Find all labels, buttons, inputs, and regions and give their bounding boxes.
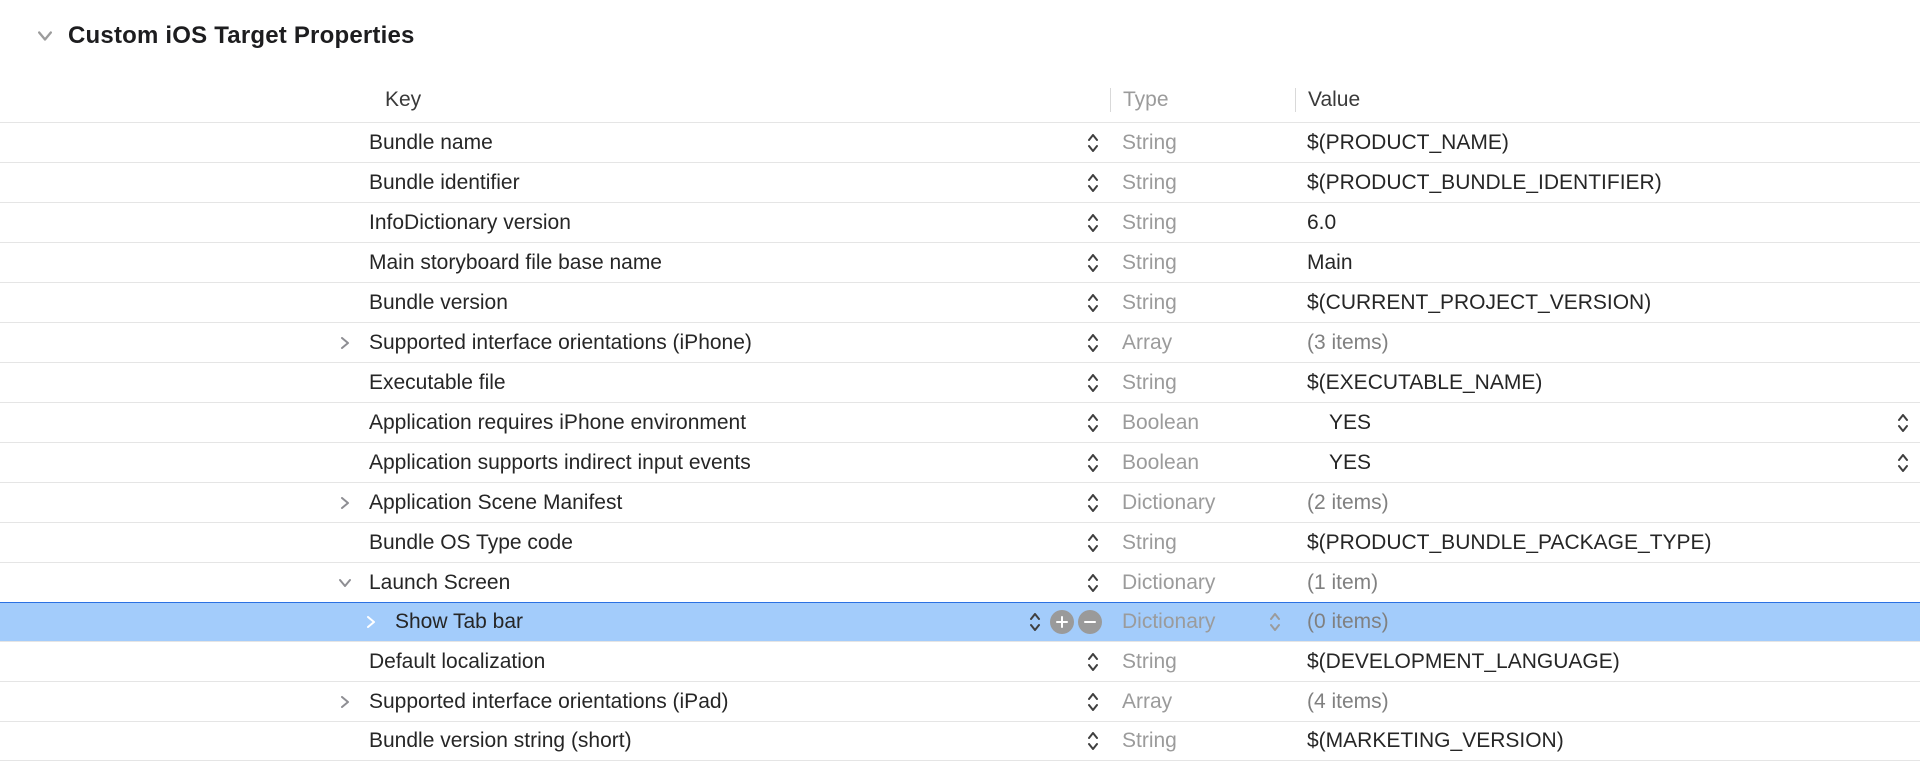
plist-key[interactable]: Application requires iPhone environment (369, 411, 746, 435)
plist-type[interactable]: Array (1122, 690, 1172, 714)
plist-row[interactable]: Application supports indirect input even… (0, 442, 1920, 482)
type-stepper-icon[interactable] (1269, 611, 1287, 633)
plist-row[interactable]: Main storyboard file base name String Main (0, 242, 1920, 282)
column-header-key[interactable]: Key (315, 88, 1110, 112)
plist-value[interactable]: YES (1307, 451, 1371, 475)
plist-value[interactable]: $(MARKETING_VERSION) (1307, 729, 1564, 753)
plist-value: (3 items) (1307, 331, 1389, 355)
plist-key[interactable]: Bundle version string (short) (369, 729, 632, 753)
column-header-row: Key Type Value (0, 88, 1920, 122)
key-stepper-icon[interactable] (1084, 292, 1102, 314)
plist-key[interactable]: Main storyboard file base name (369, 251, 662, 275)
plist-type[interactable]: String (1122, 371, 1177, 395)
plist-value[interactable]: $(CURRENT_PROJECT_VERSION) (1307, 291, 1651, 315)
plist-row[interactable]: InfoDictionary version String 6.0 (0, 202, 1920, 242)
value-stepper-icon[interactable] (1894, 412, 1912, 434)
plist-row[interactable]: Show Tab bar Dictionary (0 items) (0, 602, 1920, 642)
plist-type[interactable]: String (1122, 171, 1177, 195)
plist-row[interactable]: Supported interface orientations (iPad) A… (0, 681, 1920, 721)
plist-key[interactable]: Default localization (369, 650, 545, 674)
key-stepper-icon[interactable] (1084, 332, 1102, 354)
column-header-type[interactable]: Type (1110, 88, 1295, 112)
plist-key[interactable]: Bundle identifier (369, 171, 520, 195)
section-title: Custom iOS Target Properties (68, 22, 415, 50)
section-disclosure-icon[interactable] (36, 27, 54, 45)
plist-value[interactable]: $(PRODUCT_BUNDLE_IDENTIFIER) (1307, 171, 1662, 195)
key-stepper-icon[interactable] (1084, 532, 1102, 554)
plist-type[interactable]: String (1122, 650, 1177, 674)
key-stepper-icon[interactable] (1084, 252, 1102, 274)
plist-type[interactable]: Dictionary (1122, 610, 1215, 634)
plist-type[interactable]: Boolean (1122, 451, 1199, 475)
plist-key[interactable]: Supported interface orientations (iPad) (369, 690, 729, 714)
key-stepper-icon[interactable] (1084, 212, 1102, 234)
plist-key[interactable]: Show Tab bar (395, 610, 523, 634)
plist-key[interactable]: Application supports indirect input even… (369, 451, 751, 475)
plist-value[interactable]: $(PRODUCT_NAME) (1307, 131, 1509, 155)
plist-key[interactable]: Bundle version (369, 291, 508, 315)
plist-row[interactable]: Default localization String $(DEVELOPMENT_… (0, 641, 1920, 681)
plist-type[interactable]: Dictionary (1122, 571, 1215, 595)
plist-row[interactable]: Supported interface orientations (iPhone… (0, 322, 1920, 362)
plist-key[interactable]: Launch Screen (369, 571, 510, 595)
plist-value: (1 item) (1307, 571, 1378, 595)
plist-value[interactable]: 6.0 (1307, 211, 1336, 235)
plist-type[interactable]: String (1122, 211, 1177, 235)
plist-type[interactable]: String (1122, 531, 1177, 555)
plist-value[interactable]: $(DEVELOPMENT_LANGUAGE) (1307, 650, 1620, 674)
key-stepper-icon[interactable] (1084, 730, 1102, 752)
plist-value: (4 items) (1307, 690, 1389, 714)
plist-type[interactable]: Dictionary (1122, 491, 1215, 515)
section-header[interactable]: Custom iOS Target Properties (0, 0, 1920, 50)
plist-value: (2 items) (1307, 491, 1389, 515)
key-stepper-icon[interactable] (1026, 611, 1044, 633)
plist-row[interactable]: Executable file String $(EXECUTABLE_NAME) (0, 362, 1920, 402)
plist-row[interactable]: Application Scene Manifest Dictionary (2 i… (0, 482, 1920, 522)
plist-value: (0 items) (1307, 610, 1389, 634)
plist-key[interactable]: Application Scene Manifest (369, 491, 622, 515)
plist-key[interactable]: Supported interface orientations (iPhone… (369, 331, 752, 355)
plist-row[interactable]: Bundle version string (short) String $(MAR… (0, 721, 1920, 761)
plist-type[interactable]: String (1122, 131, 1177, 155)
key-stepper-icon[interactable] (1084, 172, 1102, 194)
plist-key[interactable]: Bundle OS Type code (369, 531, 573, 555)
plist-value[interactable]: Main (1307, 251, 1353, 275)
plist-value[interactable]: $(PRODUCT_BUNDLE_PACKAGE_TYPE) (1307, 531, 1712, 555)
plist-type[interactable]: Array (1122, 331, 1172, 355)
plist-row[interactable]: Bundle identifier String $(PRODUCT_BUNDLE_… (0, 162, 1920, 202)
key-stepper-icon[interactable] (1084, 452, 1102, 474)
key-stepper-icon[interactable] (1084, 412, 1102, 434)
plist-editor: Key Type Value Bundle name String $(PRODUC… (0, 88, 1920, 761)
plist-row[interactable]: Launch Screen Dictionary (1 item) (0, 562, 1920, 602)
plist-key[interactable]: InfoDictionary version (369, 211, 571, 235)
key-stepper-icon[interactable] (1084, 132, 1102, 154)
key-stepper-icon[interactable] (1084, 691, 1102, 713)
plist-value[interactable]: $(EXECUTABLE_NAME) (1307, 371, 1542, 395)
plist-value[interactable]: YES (1307, 411, 1371, 435)
chevron-right-icon[interactable] (337, 335, 353, 351)
plist-key[interactable]: Executable file (369, 371, 506, 395)
chevron-down-icon[interactable] (337, 575, 353, 591)
chevron-right-icon[interactable] (363, 614, 379, 630)
plist-type[interactable]: String (1122, 251, 1177, 275)
key-stepper-icon[interactable] (1084, 372, 1102, 394)
remove-row-button[interactable] (1078, 610, 1102, 634)
plist-row[interactable]: Bundle OS Type code String $(PRODUCT_BUNDL… (0, 522, 1920, 562)
plist-type[interactable]: String (1122, 729, 1177, 753)
add-row-button[interactable] (1050, 610, 1074, 634)
chevron-right-icon[interactable] (337, 694, 353, 710)
column-header-value[interactable]: Value (1295, 88, 1920, 112)
plist-row[interactable]: Bundle version String $(CURRENT_PROJECT_VE… (0, 282, 1920, 322)
plist-type[interactable]: Boolean (1122, 411, 1199, 435)
value-stepper-icon[interactable] (1894, 452, 1912, 474)
plist-type[interactable]: String (1122, 291, 1177, 315)
plist-key[interactable]: Bundle name (369, 131, 493, 155)
chevron-right-icon[interactable] (337, 495, 353, 511)
plist-row[interactable]: Application requires iPhone environment B… (0, 402, 1920, 442)
key-stepper-icon[interactable] (1084, 572, 1102, 594)
key-stepper-icon[interactable] (1084, 651, 1102, 673)
key-stepper-icon[interactable] (1084, 492, 1102, 514)
plist-row[interactable]: Bundle name String $(PRODUCT_NAME) (0, 122, 1920, 162)
